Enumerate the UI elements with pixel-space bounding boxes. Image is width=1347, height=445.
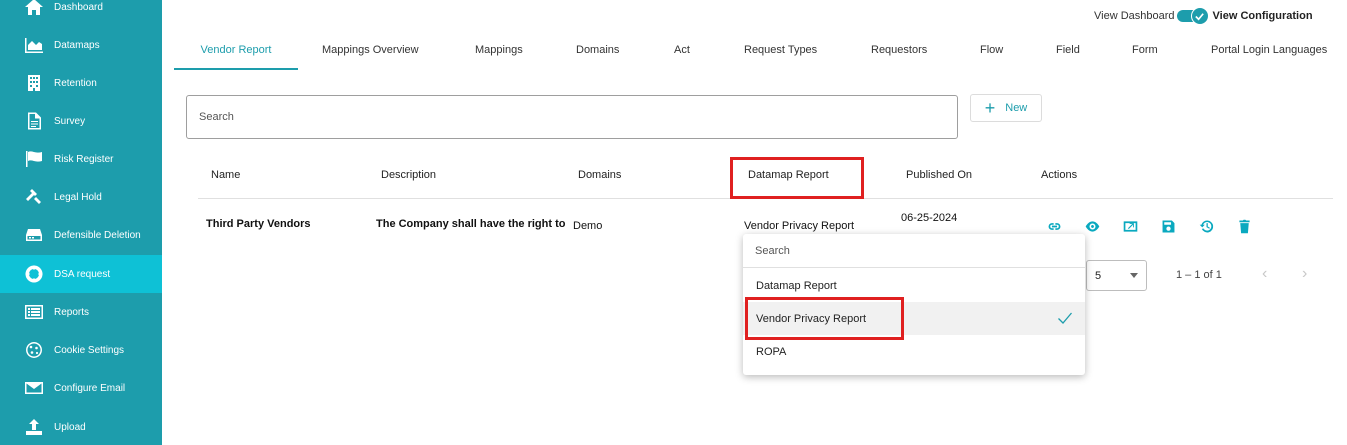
- cell-domains: Demo: [573, 220, 603, 232]
- sidebar-item-legal-hold[interactable]: Legal Hold: [0, 178, 162, 216]
- view-configuration-label[interactable]: View Configuration: [1213, 10, 1313, 22]
- trash-icon[interactable]: [1234, 216, 1254, 236]
- sidebar-item-label: Dashboard: [54, 1, 103, 13]
- tab-act[interactable]: Act: [674, 40, 690, 70]
- sidebar-item-datamaps[interactable]: Datamaps: [0, 26, 162, 64]
- search-field: [186, 95, 958, 139]
- chevron-down-icon: [1130, 273, 1138, 278]
- hard-drive-icon: [23, 225, 45, 245]
- envelope-icon: [23, 378, 45, 398]
- sidebar-item-label: Cookie Settings: [54, 344, 125, 356]
- cell-datamap-report[interactable]: Vendor Privacy Report: [744, 220, 854, 232]
- row-actions: [1044, 216, 1272, 236]
- page-size-select[interactable]: 5: [1086, 260, 1147, 291]
- sidebar-item-label: Risk Register: [54, 153, 114, 165]
- building-icon: [23, 73, 45, 93]
- previous-page-icon[interactable]: ‹: [1262, 266, 1267, 282]
- cookie-icon: [23, 340, 45, 360]
- view-dashboard-label[interactable]: View Dashboard: [1094, 10, 1175, 22]
- view-toggle-switch[interactable]: [1176, 7, 1209, 25]
- tab-field[interactable]: Field: [1056, 40, 1080, 70]
- sidebar: Dashboard Datamaps Retention Survey Risk…: [0, 0, 162, 445]
- dropdown-search-input[interactable]: [743, 234, 1085, 267]
- highlight-box-vendor-privacy-option: [745, 297, 904, 340]
- check-icon: [1057, 311, 1073, 325]
- sidebar-item-dashboard[interactable]: Dashboard: [0, 0, 162, 26]
- sidebar-item-survey[interactable]: Survey: [0, 102, 162, 140]
- sidebar-item-defensible-deletion[interactable]: Defensible Deletion: [0, 216, 162, 254]
- sidebar-item-retention[interactable]: Retention: [0, 64, 162, 102]
- tab-request-types[interactable]: Request Types: [744, 40, 817, 70]
- sidebar-item-upload[interactable]: Upload: [0, 408, 162, 445]
- cell-description: The Company shall have the right to: [376, 218, 566, 230]
- plus-icon: +: [984, 98, 996, 118]
- column-header-domains[interactable]: Domains: [578, 169, 621, 181]
- new-button[interactable]: + New: [970, 94, 1042, 122]
- sidebar-item-label: Retention: [54, 77, 97, 89]
- view-toggle: View Dashboard View Configuration: [1094, 7, 1313, 25]
- new-button-label: New: [1005, 102, 1028, 114]
- search-input[interactable]: [187, 96, 957, 138]
- document-icon: [23, 111, 45, 131]
- sidebar-item-label: DSA request: [54, 268, 111, 280]
- history-icon[interactable]: [1196, 216, 1216, 236]
- tab-flow[interactable]: Flow: [980, 40, 1003, 70]
- sidebar-item-label: Defensible Deletion: [54, 229, 141, 241]
- tab-vendor-report[interactable]: Vendor Report: [174, 40, 298, 70]
- tab-mappings-overview[interactable]: Mappings Overview: [322, 40, 419, 70]
- dropdown-search-field: [743, 234, 1085, 268]
- list-icon: [23, 302, 45, 322]
- next-page-icon[interactable]: ›: [1302, 266, 1307, 282]
- flag-icon: [23, 149, 45, 169]
- sidebar-item-label: Configure Email: [54, 382, 126, 394]
- column-header-name[interactable]: Name: [211, 169, 240, 181]
- sidebar-item-label: Upload: [54, 421, 86, 433]
- save-icon[interactable]: [1158, 216, 1178, 236]
- tab-portal-login-languages[interactable]: Portal Login Languages: [1211, 40, 1327, 70]
- tab-requestors[interactable]: Requestors: [871, 40, 927, 70]
- area-chart-icon: [23, 35, 45, 55]
- upload-icon: [23, 417, 45, 437]
- sidebar-item-cookie-settings[interactable]: Cookie Settings: [0, 331, 162, 369]
- sidebar-item-label: Legal Hold: [54, 191, 102, 203]
- open-external-icon[interactable]: [1120, 216, 1140, 236]
- column-header-actions: Actions: [1041, 169, 1078, 181]
- sidebar-item-dsa-request[interactable]: DSA request: [0, 255, 162, 293]
- tab-domains[interactable]: Domains: [576, 40, 619, 70]
- tab-form[interactable]: Form: [1132, 40, 1158, 70]
- tab-mappings[interactable]: Mappings: [475, 40, 523, 70]
- cell-published-on: 06-25-2024: [901, 212, 958, 224]
- sidebar-item-configure-email[interactable]: Configure Email: [0, 369, 162, 407]
- check-icon: [1190, 7, 1209, 25]
- pagination-range: 1 – 1 of 1: [1176, 269, 1222, 281]
- column-header-description[interactable]: Description: [381, 169, 436, 181]
- sidebar-item-risk-register[interactable]: Risk Register: [0, 140, 162, 178]
- eye-icon[interactable]: [1082, 216, 1102, 236]
- sidebar-item-label: Reports: [54, 306, 90, 318]
- cell-name: Third Party Vendors: [206, 218, 311, 230]
- page-size-value: 5: [1095, 269, 1102, 282]
- link-icon[interactable]: [1044, 216, 1064, 236]
- gavel-icon: [23, 187, 45, 207]
- column-header-published-on[interactable]: Published On: [906, 169, 972, 181]
- highlight-box-datamap-report-header: [730, 157, 864, 199]
- lifebuoy-icon: [23, 264, 45, 284]
- home-icon: [23, 0, 45, 17]
- sidebar-item-reports[interactable]: Reports: [0, 293, 162, 331]
- sidebar-item-label: Datamaps: [54, 39, 100, 51]
- sidebar-item-label: Survey: [54, 115, 86, 127]
